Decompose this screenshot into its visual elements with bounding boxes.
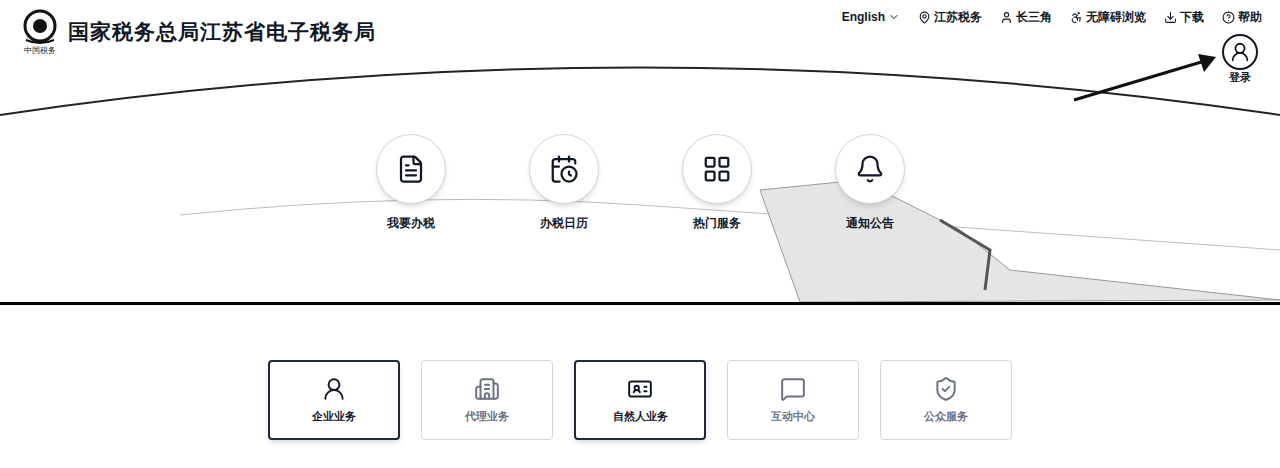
- grid-icon: [702, 154, 732, 184]
- landscape-icon: [0, 0, 1280, 302]
- chevron-down-icon: [888, 11, 900, 23]
- top-nav-item[interactable]: English: [842, 8, 900, 26]
- building-icon: [474, 376, 500, 402]
- user-icon: [1229, 41, 1251, 63]
- quick-link[interactable]: 办税日历: [504, 134, 624, 232]
- entry-card[interactable]: 自然人业务: [574, 360, 706, 440]
- entry-cards: 企业业务代理业务自然人业务互动中心公众服务: [0, 305, 1280, 440]
- top-nav-item[interactable]: 无障碍浏览: [1070, 8, 1146, 26]
- site-title: 国家税务总局江苏省电子税务局: [68, 16, 376, 48]
- hero-banner: 中国税务 国家税务总局江苏省电子税务局 English 江苏税务长三角无障碍浏览下载帮…: [0, 0, 1280, 305]
- nav-item-icon: [918, 11, 931, 24]
- entry-card[interactable]: 代理业务: [421, 360, 553, 440]
- nav-item-icon: [1070, 11, 1083, 24]
- shield-icon: [933, 376, 959, 402]
- page: 中国税务 国家税务总局江苏省电子税务局 English 江苏税务长三角无障碍浏览下载帮…: [0, 0, 1280, 468]
- top-nav-item[interactable]: 长三角: [1000, 8, 1052, 26]
- document-icon: [396, 154, 426, 184]
- id-card-icon: [627, 376, 653, 402]
- quick-link[interactable]: 通知公告: [810, 134, 930, 232]
- nav-item-icon: [1222, 11, 1235, 24]
- quick-link[interactable]: 热门服务: [657, 134, 777, 232]
- entry-card[interactable]: 互动中心: [727, 360, 859, 440]
- top-nav: English 江苏税务长三角无障碍浏览下载帮助: [842, 8, 1262, 26]
- entry-card[interactable]: 企业业务: [268, 360, 400, 440]
- site-logo[interactable]: 中国税务 国家税务总局江苏省电子税务局: [18, 8, 376, 56]
- login-button[interactable]: 登录: [1222, 34, 1258, 84]
- annotation-arrow-icon: [1070, 50, 1220, 105]
- bell-icon: [855, 154, 885, 184]
- top-nav-item[interactable]: 下载: [1164, 8, 1204, 26]
- quick-link[interactable]: 我要办税: [351, 134, 471, 232]
- quick-links: 我要办税办税日历热门服务通知公告: [0, 134, 1280, 232]
- entry-card[interactable]: 公众服务: [880, 360, 1012, 440]
- top-nav-item[interactable]: 江苏税务: [918, 8, 982, 26]
- top-nav-item[interactable]: 帮助: [1222, 8, 1262, 26]
- emblem-icon: [18, 8, 62, 46]
- logo-caption: 中国税务: [24, 46, 56, 56]
- calendar-icon: [549, 154, 579, 184]
- message-icon: [780, 376, 806, 402]
- nav-item-icon: [1164, 11, 1177, 24]
- nav-item-icon: [1000, 11, 1013, 24]
- person-icon: [321, 376, 347, 402]
